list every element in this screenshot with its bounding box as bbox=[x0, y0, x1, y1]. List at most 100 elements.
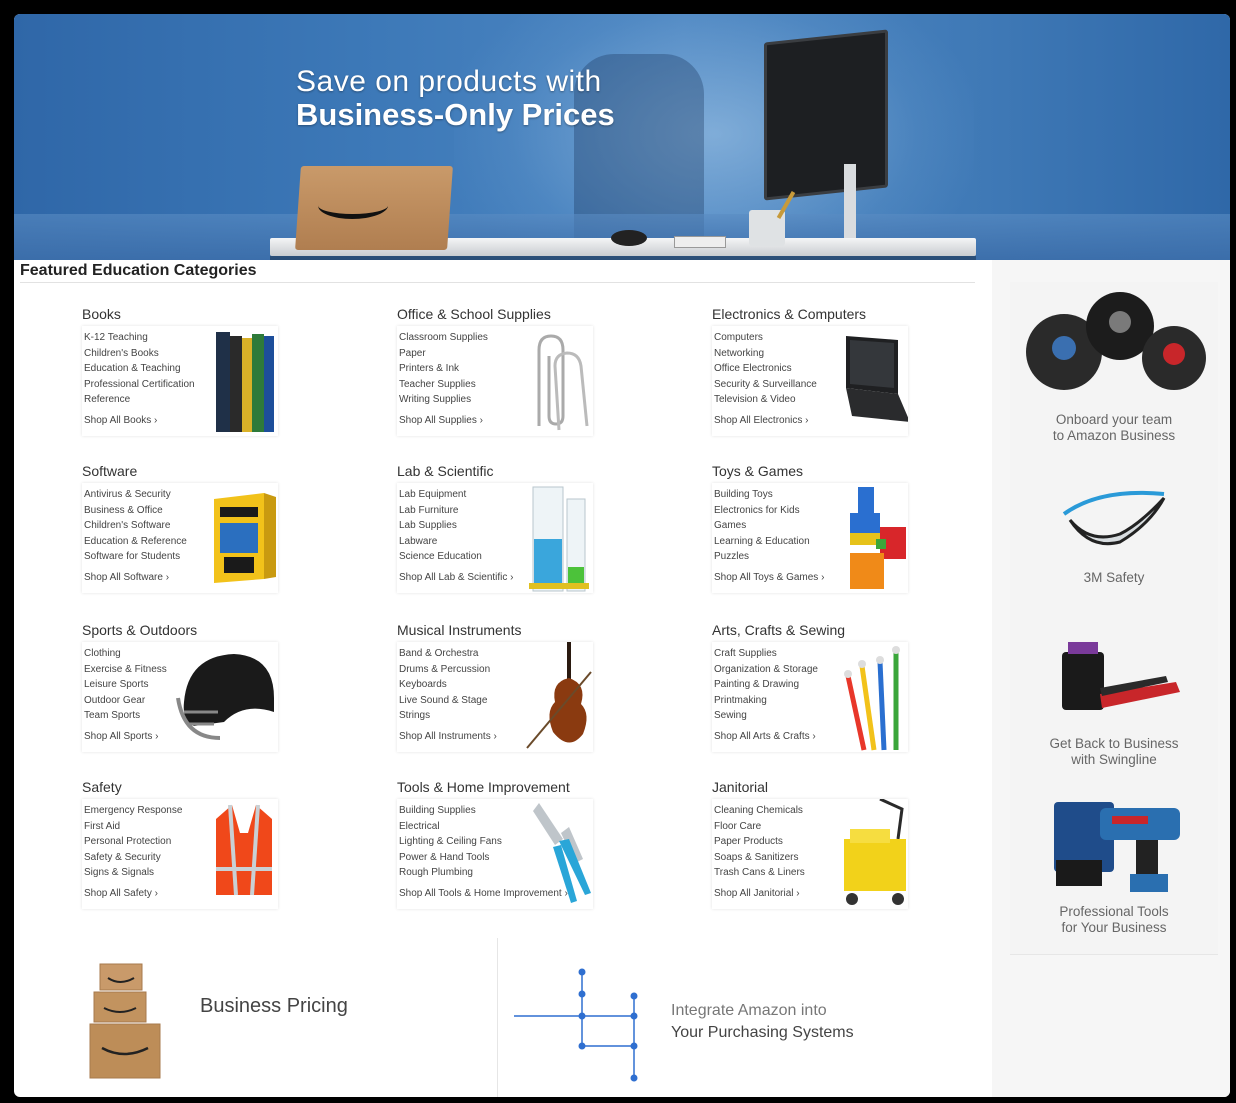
category-link[interactable]: Science Education bbox=[399, 549, 482, 565]
category-musical-instruments[interactable]: Musical Instruments Band & Orchestra Dru… bbox=[397, 622, 697, 772]
category-safety[interactable]: Safety Emergency Response First Aid Pers… bbox=[82, 779, 382, 929]
category-link[interactable]: Networking bbox=[714, 346, 817, 362]
category-link[interactable]: Rough Plumbing bbox=[399, 865, 502, 881]
category-title[interactable]: Janitorial bbox=[712, 779, 768, 795]
shop-all-link[interactable]: Shop All Safety › bbox=[84, 888, 158, 899]
category-link[interactable]: Outdoor Gear bbox=[84, 693, 167, 709]
category-link[interactable]: Children's Books bbox=[84, 346, 195, 362]
category-title[interactable]: Books bbox=[82, 306, 121, 322]
category-link[interactable]: Safety & Security bbox=[84, 850, 182, 866]
category-link[interactable]: Team Sports bbox=[84, 708, 167, 724]
category-link[interactable]: Writing Supplies bbox=[399, 392, 488, 408]
category-link[interactable]: Live Sound & Stage bbox=[399, 693, 490, 709]
category-link[interactable]: Sewing bbox=[714, 708, 818, 724]
category-link[interactable]: Computers bbox=[714, 330, 817, 346]
category-link[interactable]: Software for Students bbox=[84, 549, 187, 565]
category-link[interactable]: Painting & Drawing bbox=[714, 677, 818, 693]
category-link[interactable]: Business & Office bbox=[84, 503, 187, 519]
category-link[interactable]: Television & Video bbox=[714, 392, 817, 408]
category-link[interactable]: Education & Teaching bbox=[84, 361, 195, 377]
category-link[interactable]: Exercise & Fitness bbox=[84, 662, 167, 678]
category-title[interactable]: Office & School Supplies bbox=[397, 306, 551, 322]
hero-banner[interactable]: Save on products with Business-Only Pric… bbox=[14, 14, 1230, 260]
category-link[interactable]: Professional Certification bbox=[84, 377, 195, 393]
category-link[interactable]: Labware bbox=[399, 534, 482, 550]
category-link[interactable]: Emergency Response bbox=[84, 803, 182, 819]
category-link[interactable]: Leisure Sports bbox=[84, 677, 167, 693]
category-link[interactable]: Building Supplies bbox=[399, 803, 502, 819]
category-link[interactable]: Electrical bbox=[399, 819, 502, 835]
category-link[interactable]: Lab Furniture bbox=[399, 503, 482, 519]
shop-all-link[interactable]: Shop All Janitorial › bbox=[714, 888, 800, 899]
category-electronics-computers[interactable]: Electronics & Computers Computers Networ… bbox=[712, 306, 1012, 456]
category-link[interactable]: Security & Surveillance bbox=[714, 377, 817, 393]
category-link[interactable]: Printers & Ink bbox=[399, 361, 488, 377]
sidebar-item-swingline[interactable]: Get Back to Business with Swingline bbox=[1010, 620, 1218, 787]
category-tools-home-improvement[interactable]: Tools & Home Improvement Building Suppli… bbox=[397, 779, 697, 929]
category-books[interactable]: Books K-12 Teaching Children's Books Edu… bbox=[82, 306, 382, 456]
category-title[interactable]: Software bbox=[82, 463, 137, 479]
category-title[interactable]: Lab & Scientific bbox=[397, 463, 494, 479]
category-arts-crafts-sewing[interactable]: Arts, Crafts & Sewing Craft Supplies Org… bbox=[712, 622, 1012, 772]
category-link[interactable]: Signs & Signals bbox=[84, 865, 182, 881]
category-link[interactable]: Power & Hand Tools bbox=[399, 850, 502, 866]
category-link[interactable]: Antivirus & Security bbox=[84, 487, 187, 503]
category-link[interactable]: Learning & Education bbox=[714, 534, 810, 550]
integrate-amazon-link[interactable]: Integrate Amazon into Your Purchasing Sy… bbox=[671, 1000, 854, 1044]
category-link[interactable]: Classroom Supplies bbox=[399, 330, 488, 346]
category-link[interactable]: K-12 Teaching bbox=[84, 330, 195, 346]
category-link[interactable]: Reference bbox=[84, 392, 195, 408]
category-link[interactable]: Strings bbox=[399, 708, 490, 724]
category-link[interactable]: Office Electronics bbox=[714, 361, 817, 377]
shop-all-link[interactable]: Shop All Arts & Crafts › bbox=[714, 731, 816, 742]
shop-all-link[interactable]: Shop All Supplies › bbox=[399, 415, 483, 426]
category-link[interactable]: Floor Care bbox=[714, 819, 805, 835]
category-link[interactable]: Children's Software bbox=[84, 518, 187, 534]
category-office-school-supplies[interactable]: Office & School Supplies Classroom Suppl… bbox=[397, 306, 697, 456]
category-toys-games[interactable]: Toys & Games Building Toys Electronics f… bbox=[712, 463, 1012, 613]
category-title[interactable]: Electronics & Computers bbox=[712, 306, 866, 322]
category-link[interactable]: Teacher Supplies bbox=[399, 377, 488, 393]
category-link[interactable]: Personal Protection bbox=[84, 834, 182, 850]
shop-all-link[interactable]: Shop All Toys & Games › bbox=[714, 572, 824, 583]
category-link[interactable]: Cleaning Chemicals bbox=[714, 803, 805, 819]
category-link[interactable]: Puzzles bbox=[714, 549, 810, 565]
category-link[interactable]: Building Toys bbox=[714, 487, 810, 503]
category-link[interactable]: Keyboards bbox=[399, 677, 490, 693]
sidebar-item-3m-safety[interactable]: 3M Safety bbox=[1010, 454, 1218, 621]
category-link[interactable]: Lab Equipment bbox=[399, 487, 482, 503]
category-link[interactable]: Clothing bbox=[84, 646, 167, 662]
category-link[interactable]: Craft Supplies bbox=[714, 646, 818, 662]
category-link[interactable]: Soaps & Sanitizers bbox=[714, 850, 805, 866]
category-title[interactable]: Sports & Outdoors bbox=[82, 622, 197, 638]
shop-all-link[interactable]: Shop All Software › bbox=[84, 572, 169, 583]
category-link[interactable]: Paper Products bbox=[714, 834, 805, 850]
category-janitorial[interactable]: Janitorial Cleaning Chemicals Floor Care… bbox=[712, 779, 1012, 929]
category-link[interactable]: Band & Orchestra bbox=[399, 646, 490, 662]
category-link[interactable]: Lighting & Ceiling Fans bbox=[399, 834, 502, 850]
category-title[interactable]: Arts, Crafts & Sewing bbox=[712, 622, 845, 638]
sidebar-item-professional-tools[interactable]: Professional Tools for Your Business bbox=[1010, 786, 1218, 955]
shop-all-link[interactable]: Shop All Books › bbox=[84, 415, 157, 426]
category-link[interactable]: Education & Reference bbox=[84, 534, 187, 550]
business-pricing-link[interactable]: Business Pricing bbox=[200, 995, 348, 1018]
category-link[interactable]: Printmaking bbox=[714, 693, 818, 709]
category-sports-outdoors[interactable]: Sports & Outdoors Clothing Exercise & Fi… bbox=[82, 622, 382, 772]
category-link[interactable]: Organization & Storage bbox=[714, 662, 818, 678]
category-title[interactable]: Musical Instruments bbox=[397, 622, 521, 638]
category-link[interactable]: Paper bbox=[399, 346, 488, 362]
sidebar-item-onboard-team[interactable]: Onboard your team to Amazon Business bbox=[1010, 282, 1218, 455]
shop-all-link[interactable]: Shop All Lab & Scientific › bbox=[399, 572, 514, 583]
category-lab-scientific[interactable]: Lab & Scientific Lab Equipment Lab Furni… bbox=[397, 463, 697, 613]
category-link[interactable]: Trash Cans & Liners bbox=[714, 865, 805, 881]
shop-all-link[interactable]: Shop All Instruments › bbox=[399, 731, 497, 742]
category-title[interactable]: Safety bbox=[82, 779, 122, 795]
shop-all-link[interactable]: Shop All Electronics › bbox=[714, 415, 809, 426]
category-link[interactable]: Games bbox=[714, 518, 810, 534]
category-link[interactable]: First Aid bbox=[84, 819, 182, 835]
category-link[interactable]: Lab Supplies bbox=[399, 518, 482, 534]
category-software[interactable]: Software Antivirus & Security Business &… bbox=[82, 463, 382, 613]
shop-all-link[interactable]: Shop All Sports › bbox=[84, 731, 158, 742]
category-title[interactable]: Toys & Games bbox=[712, 463, 803, 479]
category-title[interactable]: Tools & Home Improvement bbox=[397, 779, 570, 795]
